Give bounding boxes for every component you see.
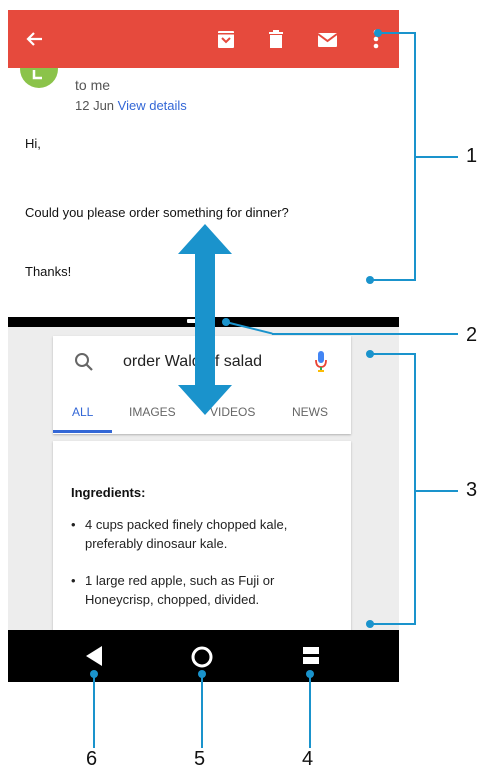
callout-label-3: 3 xyxy=(466,479,478,501)
email-date: 12 Jun xyxy=(75,98,115,113)
to-line: to me xyxy=(75,77,111,93)
view-details-link[interactable]: View details xyxy=(118,98,187,113)
active-tab-indicator xyxy=(53,430,112,433)
callout-line xyxy=(201,674,203,748)
callout-label-4: 4 xyxy=(302,748,314,770)
email-message: Could you please order something for din… xyxy=(25,205,289,220)
back-icon[interactable] xyxy=(84,645,104,672)
list-item: • 4 cups packed finely chopped kale, pref… xyxy=(71,515,341,553)
callout-line xyxy=(309,674,311,748)
tab-news[interactable]: NEWS xyxy=(292,405,328,419)
callout-label-2: 2 xyxy=(466,324,478,346)
email-toolbar xyxy=(8,10,399,68)
list-item: • 1 large red apple, such as Fuji or Hone… xyxy=(71,571,341,609)
recent-apps-icon[interactable] xyxy=(302,646,320,671)
mic-icon[interactable] xyxy=(314,350,328,379)
callout-label-5: 5 xyxy=(194,748,206,770)
callout-line xyxy=(370,279,416,281)
callout-line xyxy=(378,32,416,34)
email-greeting: Hi, xyxy=(25,136,41,151)
archive-icon[interactable] xyxy=(213,26,239,52)
delete-icon[interactable] xyxy=(263,26,289,52)
list-item-text: 4 cups packed finely chopped kale, prefe… xyxy=(85,517,288,551)
list-item-text: 1 large red apple, such as Fuji or Honey… xyxy=(85,573,275,607)
mail-icon[interactable] xyxy=(314,26,340,52)
callout-label-6: 6 xyxy=(86,748,98,770)
callout-line xyxy=(93,674,95,748)
callout-line xyxy=(414,156,458,158)
email-date-line: 12 Jun View details xyxy=(75,98,187,113)
callout-line xyxy=(414,353,416,624)
tab-images[interactable]: IMAGES xyxy=(129,405,176,419)
callout-line xyxy=(272,333,458,335)
callout-line xyxy=(370,353,416,355)
callout-line xyxy=(414,490,458,492)
callout-label-1: 1 xyxy=(466,145,478,167)
search-icon[interactable] xyxy=(73,351,95,378)
email-signoff: Thanks! xyxy=(25,264,72,279)
ingredients-heading: Ingredients: xyxy=(71,485,146,500)
back-arrow-icon[interactable] xyxy=(22,26,48,52)
callout-line xyxy=(370,623,416,625)
tab-all[interactable]: ALL xyxy=(72,405,93,419)
result-card: Ingredients: • 4 cups packed finely chopp… xyxy=(53,441,351,630)
